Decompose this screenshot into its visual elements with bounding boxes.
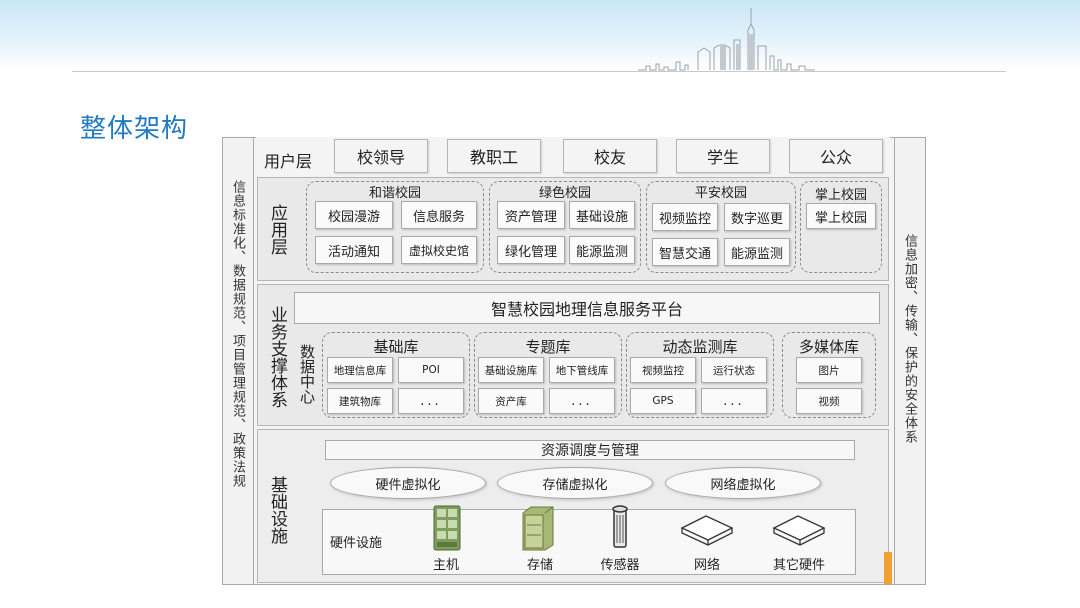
data-cell: 图片 [796,357,862,383]
hardware-item-label: 存储 [526,558,553,573]
virtualization-ellipse: 硬件虚拟化 [330,467,486,499]
app-cell: 资产管理 [497,201,565,229]
data-cell: 地理信息库 [327,357,393,383]
data-cell: 基础设施库 [478,357,544,383]
app-cell: 基础设施 [569,201,635,229]
header-banner [0,0,1080,70]
app-cell: 智慧交通 [652,238,718,266]
security-bar-label: 信息加密、传输、保护的安全体系 [902,234,917,444]
storage-cabinet-icon [522,506,554,551]
platform-bar: 智慧校园地理信息服务平台 [294,292,880,324]
data-cell: 运行状态 [701,357,767,383]
app-cell: 掌上校园 [806,203,876,229]
app-cell: 校园漫游 [315,201,393,229]
city-skyline-icon [638,8,815,71]
virtualization-ellipse: 存储虚拟化 [497,467,653,499]
data-cell: 地下管线库 [549,357,615,383]
group-title: 平安校园 [694,186,747,201]
group-title: 动态监测库 [662,338,738,356]
support-layer-label: 业务支撑体系 [267,306,287,408]
resource-bar: 资源调度与管理 [325,440,855,460]
user-box-public: 公众 [789,139,883,173]
data-cell: 视频监控 [630,357,696,383]
network-device-icon [772,515,826,546]
data-cell: ... [701,388,767,414]
network-device-icon [680,515,734,546]
group-title: 绿色校园 [538,186,591,201]
group-title: 掌上校园 [814,188,867,203]
app-cell: 数字巡更 [724,203,790,231]
page-title: 整体架构 [80,114,189,144]
group-title: 和谐校园 [368,186,421,201]
user-box-student: 学生 [676,139,770,173]
hardware-item-label: 传感器 [600,558,640,573]
data-cell: ... [549,388,615,414]
app-cell: 信息服务 [401,201,477,229]
virtualization-ellipse: 网络虚拟化 [665,467,821,499]
group-title: 专题库 [525,338,571,356]
hardware-label: 硬件设施 [330,536,383,551]
server-rack-icon [433,505,461,551]
data-cell: GPS [630,388,696,414]
standards-bar: 信息标准化、数据规范、项目管理规范、政策法规 [222,137,254,585]
sensor-cylinder-icon [612,505,628,548]
user-layer-label: 用户层 [264,152,313,171]
data-cell: 视频 [796,388,862,414]
data-cell: ... [398,388,464,414]
data-cell: 建筑物库 [327,388,393,414]
app-cell: 能源监测 [569,236,635,264]
app-cell: 绿化管理 [497,236,565,264]
app-cell: 活动通知 [315,236,393,264]
user-box-staff: 教职工 [447,139,541,173]
accent-tab [884,552,892,584]
infrastructure-layer-label: 基础设施 [267,476,287,544]
app-cell: 虚拟校史馆 [401,236,477,264]
data-center-label: 数据中心 [298,344,316,404]
header-divider [72,71,1006,72]
hardware-item-label: 网络 [693,558,720,573]
security-bar: 信息加密、传输、保护的安全体系 [894,137,926,585]
group-title: 基础库 [373,338,419,356]
user-box-leader: 校领导 [334,139,428,173]
app-cell: 能源监测 [724,238,790,266]
application-layer-label: 应用层 [267,204,287,255]
app-cell: 视频监控 [652,203,718,231]
user-box-alumni: 校友 [563,139,657,173]
hardware-item-label: 其它硬件 [772,558,825,573]
data-cell: 资产库 [478,388,544,414]
data-cell: POI [398,357,464,383]
hardware-item-label: 主机 [432,558,459,573]
standards-bar-label: 信息标准化、数据规范、项目管理规范、政策法规 [230,180,245,488]
group-title: 多媒体库 [798,338,859,356]
